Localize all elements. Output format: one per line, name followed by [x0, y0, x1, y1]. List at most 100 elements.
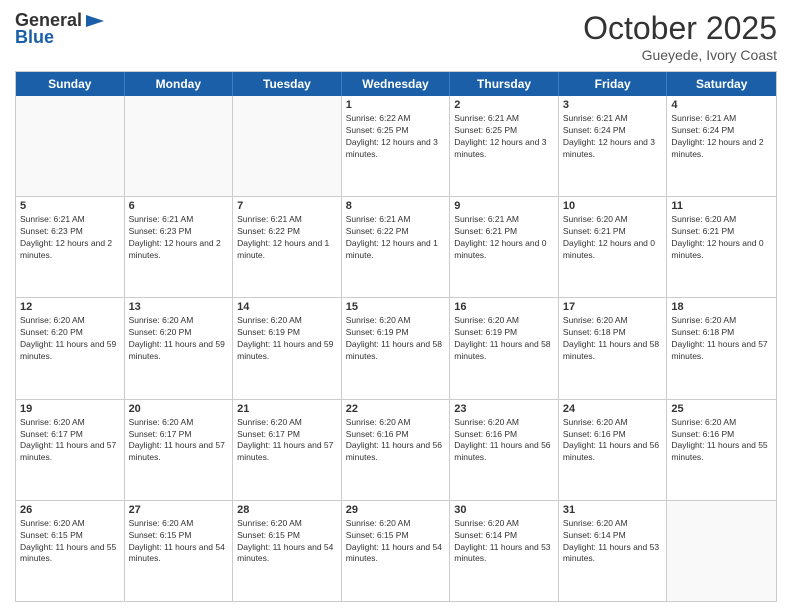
calendar-day-19: 19 Sunrise: 6:20 AM Sunset: 6:17 PM Dayli…: [16, 400, 125, 500]
header-friday: Friday: [559, 72, 668, 96]
day-info: Sunrise: 6:20 AM Sunset: 6:20 PM Dayligh…: [129, 315, 229, 363]
day-info: Sunrise: 6:20 AM Sunset: 6:16 PM Dayligh…: [346, 417, 446, 465]
day-info: Sunrise: 6:20 AM Sunset: 6:15 PM Dayligh…: [129, 518, 229, 566]
day-number: 30: [454, 504, 554, 516]
calendar-day-21: 21 Sunrise: 6:20 AM Sunset: 6:17 PM Dayli…: [233, 400, 342, 500]
day-number: 31: [563, 504, 663, 516]
calendar-day-7: 7 Sunrise: 6:21 AM Sunset: 6:22 PM Daylig…: [233, 197, 342, 297]
header-tuesday: Tuesday: [233, 72, 342, 96]
day-info: Sunrise: 6:21 AM Sunset: 6:25 PM Dayligh…: [454, 113, 554, 161]
calendar-day-15: 15Sunrise: 6:20 AM Sunset: 6:19 PM Dayli…: [342, 298, 451, 398]
day-info: Sunrise: 6:20 AM Sunset: 6:16 PM Dayligh…: [454, 417, 554, 465]
day-number: 2: [454, 99, 554, 111]
day-number: 27: [129, 504, 229, 516]
day-info: Sunrise: 6:20 AM Sunset: 6:21 PM Dayligh…: [563, 214, 663, 262]
day-number: 14: [237, 301, 337, 313]
day-info: Sunrise: 6:20 AM Sunset: 6:21 PM Dayligh…: [671, 214, 772, 262]
calendar-day-empty: [16, 96, 125, 196]
day-number: 5: [20, 200, 120, 212]
calendar-day-17: 17Sunrise: 6:20 AM Sunset: 6:18 PM Dayli…: [559, 298, 668, 398]
calendar-day-28: 28Sunrise: 6:20 AM Sunset: 6:15 PM Dayli…: [233, 501, 342, 601]
calendar-day-6: 6 Sunrise: 6:21 AM Sunset: 6:23 PM Daylig…: [125, 197, 234, 297]
title-block: October 2025 Gueyede, Ivory Coast: [583, 10, 777, 63]
day-info: Sunrise: 6:21 AM Sunset: 6:24 PM Dayligh…: [671, 113, 772, 161]
calendar-day-18: 18 Sunrise: 6:20 AM Sunset: 6:18 PM Dayli…: [667, 298, 776, 398]
day-info: Sunrise: 6:21 AM Sunset: 6:22 PM Dayligh…: [237, 214, 337, 262]
calendar-day-30: 30 Sunrise: 6:20 AM Sunset: 6:14 PM Dayli…: [450, 501, 559, 601]
calendar-day-10: 10 Sunrise: 6:20 AM Sunset: 6:21 PM Dayli…: [559, 197, 668, 297]
calendar-week-5: 26Sunrise: 6:20 AM Sunset: 6:15 PM Dayli…: [16, 501, 776, 601]
logo-text-blue: Blue: [15, 27, 54, 48]
day-number: 16: [454, 301, 554, 313]
day-number: 11: [671, 200, 772, 212]
calendar-day-8: 8 Sunrise: 6:21 AM Sunset: 6:22 PM Daylig…: [342, 197, 451, 297]
day-number: 22: [346, 403, 446, 415]
day-info: Sunrise: 6:21 AM Sunset: 6:23 PM Dayligh…: [129, 214, 229, 262]
calendar-day-empty: [667, 501, 776, 601]
header-wednesday: Wednesday: [342, 72, 451, 96]
day-number: 23: [454, 403, 554, 415]
day-number: 7: [237, 200, 337, 212]
day-number: 6: [129, 200, 229, 212]
calendar-day-25: 25Sunrise: 6:20 AM Sunset: 6:16 PM Dayli…: [667, 400, 776, 500]
day-info: Sunrise: 6:21 AM Sunset: 6:22 PM Dayligh…: [346, 214, 446, 262]
calendar-day-14: 14 Sunrise: 6:20 AM Sunset: 6:19 PM Dayli…: [233, 298, 342, 398]
calendar-day-empty: [125, 96, 234, 196]
calendar-day-29: 29Sunrise: 6:20 AM Sunset: 6:15 PM Dayli…: [342, 501, 451, 601]
day-number: 13: [129, 301, 229, 313]
header-thursday: Thursday: [450, 72, 559, 96]
day-number: 10: [563, 200, 663, 212]
day-info: Sunrise: 6:20 AM Sunset: 6:20 PM Dayligh…: [20, 315, 120, 363]
calendar-day-31: 31 Sunrise: 6:20 AM Sunset: 6:14 PM Dayli…: [559, 501, 668, 601]
page-header: General Blue October 2025 Gueyede, Ivory…: [15, 10, 777, 63]
day-number: 8: [346, 200, 446, 212]
day-info: Sunrise: 6:20 AM Sunset: 6:17 PM Dayligh…: [129, 417, 229, 465]
day-info: Sunrise: 6:20 AM Sunset: 6:15 PM Dayligh…: [346, 518, 446, 566]
calendar-day-2: 2 Sunrise: 6:21 AM Sunset: 6:25 PM Daylig…: [450, 96, 559, 196]
day-number: 21: [237, 403, 337, 415]
calendar-day-5: 5 Sunrise: 6:21 AM Sunset: 6:23 PM Daylig…: [16, 197, 125, 297]
calendar-day-12: 12 Sunrise: 6:20 AM Sunset: 6:20 PM Dayli…: [16, 298, 125, 398]
day-number: 28: [237, 504, 337, 516]
calendar-day-22: 22 Sunrise: 6:20 AM Sunset: 6:16 PM Dayli…: [342, 400, 451, 500]
calendar: Sunday Monday Tuesday Wednesday Thursday…: [15, 71, 777, 602]
calendar-day-3: 3Sunrise: 6:21 AM Sunset: 6:24 PM Daylig…: [559, 96, 668, 196]
calendar-week-1: 1Sunrise: 6:22 AM Sunset: 6:25 PM Daylig…: [16, 96, 776, 197]
day-info: Sunrise: 6:20 AM Sunset: 6:19 PM Dayligh…: [454, 315, 554, 363]
day-number: 12: [20, 301, 120, 313]
calendar-day-9: 9 Sunrise: 6:21 AM Sunset: 6:21 PM Daylig…: [450, 197, 559, 297]
header-sunday: Sunday: [16, 72, 125, 96]
day-number: 9: [454, 200, 554, 212]
day-info: Sunrise: 6:20 AM Sunset: 6:18 PM Dayligh…: [671, 315, 772, 363]
calendar-day-11: 11 Sunrise: 6:20 AM Sunset: 6:21 PM Dayli…: [667, 197, 776, 297]
calendar-day-16: 16 Sunrise: 6:20 AM Sunset: 6:19 PM Dayli…: [450, 298, 559, 398]
calendar-week-4: 19 Sunrise: 6:20 AM Sunset: 6:17 PM Dayli…: [16, 400, 776, 501]
day-number: 24: [563, 403, 663, 415]
day-number: 20: [129, 403, 229, 415]
logo: General Blue: [15, 10, 106, 48]
calendar-day-23: 23 Sunrise: 6:20 AM Sunset: 6:16 PM Dayli…: [450, 400, 559, 500]
day-number: 15: [346, 301, 446, 313]
day-number: 1: [346, 99, 446, 111]
header-saturday: Saturday: [667, 72, 776, 96]
calendar-day-20: 20 Sunrise: 6:20 AM Sunset: 6:17 PM Dayli…: [125, 400, 234, 500]
calendar-body: 1Sunrise: 6:22 AM Sunset: 6:25 PM Daylig…: [16, 96, 776, 601]
day-info: Sunrise: 6:20 AM Sunset: 6:14 PM Dayligh…: [563, 518, 663, 566]
day-number: 18: [671, 301, 772, 313]
day-number: 3: [563, 99, 663, 111]
day-info: Sunrise: 6:20 AM Sunset: 6:19 PM Dayligh…: [237, 315, 337, 363]
day-info: Sunrise: 6:21 AM Sunset: 6:23 PM Dayligh…: [20, 214, 120, 262]
day-info: Sunrise: 6:20 AM Sunset: 6:17 PM Dayligh…: [237, 417, 337, 465]
calendar-header: Sunday Monday Tuesday Wednesday Thursday…: [16, 72, 776, 96]
day-info: Sunrise: 6:21 AM Sunset: 6:21 PM Dayligh…: [454, 214, 554, 262]
day-info: Sunrise: 6:20 AM Sunset: 6:16 PM Dayligh…: [563, 417, 663, 465]
day-info: Sunrise: 6:20 AM Sunset: 6:17 PM Dayligh…: [20, 417, 120, 465]
day-info: Sunrise: 6:20 AM Sunset: 6:14 PM Dayligh…: [454, 518, 554, 566]
header-monday: Monday: [125, 72, 234, 96]
month-title: October 2025: [583, 10, 777, 47]
calendar-week-2: 5 Sunrise: 6:21 AM Sunset: 6:23 PM Daylig…: [16, 197, 776, 298]
calendar-day-1: 1Sunrise: 6:22 AM Sunset: 6:25 PM Daylig…: [342, 96, 451, 196]
day-info: Sunrise: 6:20 AM Sunset: 6:18 PM Dayligh…: [563, 315, 663, 363]
calendar-week-3: 12 Sunrise: 6:20 AM Sunset: 6:20 PM Dayli…: [16, 298, 776, 399]
day-number: 19: [20, 403, 120, 415]
